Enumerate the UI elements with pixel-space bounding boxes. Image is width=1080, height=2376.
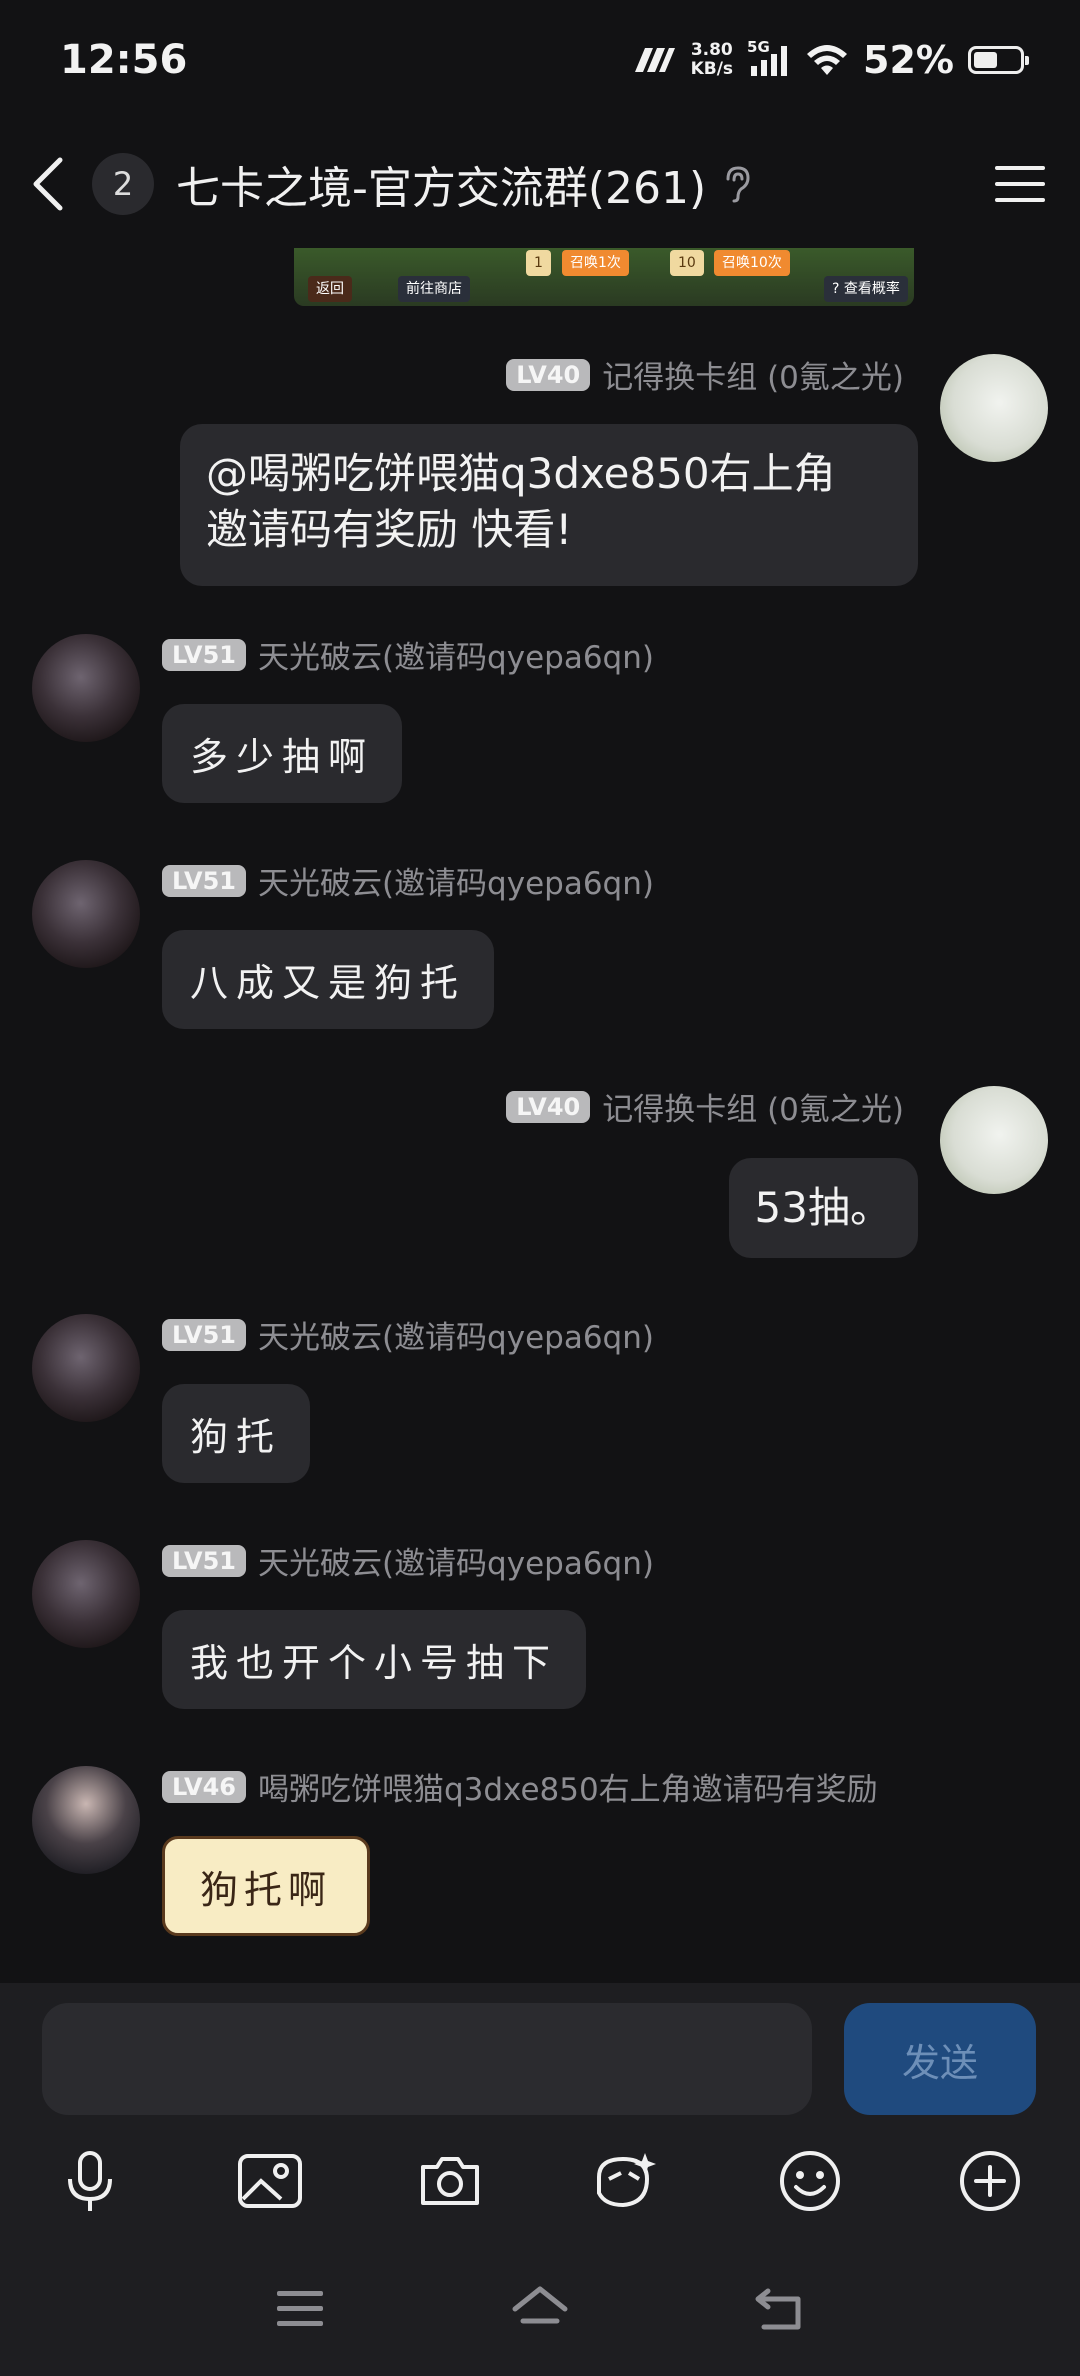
avatar[interactable] — [32, 860, 140, 968]
message-bubble[interactable]: 狗托 — [162, 1384, 311, 1483]
sender-name[interactable]: 喝粥吃饼喂猫q3dxe850右上角邀请码有奖励 — [258, 1764, 878, 1809]
message-bubble[interactable]: 多少抽啊 — [162, 704, 403, 803]
group-title[interactable]: 七卡之境-官方交流群(261) — [176, 152, 706, 216]
message-bubble[interactable]: 我也开个小号抽下 — [162, 1610, 587, 1709]
battery-icon — [968, 46, 1029, 74]
wifi-icon — [807, 45, 848, 75]
sender-name[interactable]: 记得换卡组 (0氪之光) — [602, 1084, 904, 1129]
message-bubble[interactable]: 53抽。 — [728, 1158, 918, 1258]
sender-meta: LV40 记得换卡组 (0氪之光) — [506, 1084, 904, 1129]
back-button[interactable] — [30, 149, 82, 219]
signal-icon: 5G — [747, 38, 791, 78]
system-nav-bar — [0, 2239, 1080, 2376]
avatar[interactable] — [32, 1540, 140, 1648]
sender-meta: LV51 天光破云(邀请码qyepa6qn) — [162, 1538, 654, 1583]
status-time: 12:56 — [60, 37, 188, 83]
avatar[interactable] — [940, 354, 1048, 462]
send-button[interactable]: 发送 — [844, 2003, 1036, 2115]
ear-mode-icon[interactable] — [722, 165, 752, 203]
back-arrow-icon — [755, 2288, 801, 2330]
status-icons: 3.80 KB/s 5G 52% — [633, 38, 1029, 82]
banner-draw-ten-label: 召唤10次 — [714, 250, 790, 276]
sender-name[interactable]: 天光破云(邀请码qyepa6qn) — [258, 1538, 654, 1583]
message-input[interactable] — [42, 2003, 812, 2115]
level-badge: LV51 — [162, 864, 246, 897]
image-icon[interactable] — [232, 2143, 308, 2219]
avatar[interactable] — [940, 1086, 1048, 1194]
menu-button[interactable] — [990, 154, 1050, 214]
banner-back-label: 返回 — [308, 276, 352, 302]
sender-meta: LV51 天光破云(邀请码qyepa6qn) — [162, 858, 654, 903]
battery-percent: 52% — [863, 38, 954, 82]
message-bubble[interactable]: @喝粥吃饼喂猫q3dxe850右上角 邀请码有奖励 快看! — [180, 424, 918, 586]
banner-rate-label: ? 查看概率 — [824, 276, 908, 302]
avatar[interactable] — [32, 1766, 140, 1874]
sender-name[interactable]: 记得换卡组 (0氪之光) — [602, 352, 904, 397]
emoji-icon[interactable] — [772, 2143, 848, 2219]
menu-lines-icon — [277, 2291, 323, 2326]
home-icon — [512, 2286, 568, 2324]
level-badge: LV51 — [162, 638, 246, 671]
game-screenshot-image[interactable]: 返回 前往商店 1 召唤1次 10 召唤10次 ? 查看概率 — [294, 248, 914, 306]
banner-draw-ten-count: 10 — [670, 250, 704, 276]
chat-header: 2 七卡之境-官方交流群(261) — [0, 120, 1080, 248]
status-bar: 12:56 3.80 KB/s 5G 52% — [0, 0, 1080, 120]
sender-name[interactable]: 天光破云(邀请码qyepa6qn) — [258, 858, 654, 903]
avatar[interactable] — [32, 634, 140, 742]
sticker-message[interactable]: 狗托啊 — [162, 1836, 370, 1936]
back-nav-button[interactable] — [750, 2281, 810, 2337]
sender-meta: LV46 喝粥吃饼喂猫q3dxe850右上角邀请码有奖励 — [162, 1764, 878, 1809]
input-toolbar — [0, 2123, 1080, 2239]
camera-icon[interactable] — [412, 2143, 488, 2219]
hamburger-icon — [995, 166, 1045, 202]
level-badge: LV51 — [162, 1544, 246, 1577]
home-button[interactable] — [510, 2281, 570, 2337]
banner-shop-label: 前往商店 — [398, 276, 470, 302]
level-badge: LV40 — [506, 1090, 591, 1123]
input-bar: 发送 — [0, 1983, 1080, 2123]
sender-name[interactable]: 天光破云(邀请码qyepa6qn) — [258, 1312, 654, 1357]
level-badge: LV40 — [506, 358, 591, 391]
sticker-ai-icon[interactable] — [588, 2143, 664, 2219]
sender-name[interactable]: 天光破云(邀请码qyepa6qn) — [258, 632, 654, 677]
banner-draw-once-label: 召唤1次 — [562, 250, 629, 276]
message-list[interactable]: 返回 前往商店 1 召唤1次 10 召唤10次 ? 查看概率 LV40 记得换卡… — [0, 248, 1080, 1983]
unread-count-badge[interactable]: 2 — [92, 153, 154, 215]
banner-draw-once-count: 1 — [526, 250, 551, 276]
chevron-left-icon — [33, 157, 63, 211]
message-bubble[interactable]: 八成又是狗托 — [162, 930, 495, 1029]
plus-icon[interactable] — [952, 2143, 1028, 2219]
brand-logo-icon — [634, 48, 675, 72]
recents-button[interactable] — [270, 2281, 330, 2337]
sender-meta: LV51 天光破云(邀请码qyepa6qn) — [162, 632, 654, 677]
level-badge: LV51 — [162, 1318, 246, 1351]
sender-meta: LV51 天光破云(邀请码qyepa6qn) — [162, 1312, 654, 1357]
sender-meta: LV40 记得换卡组 (0氪之光) — [506, 352, 904, 397]
avatar[interactable] — [32, 1314, 140, 1422]
level-badge: LV46 — [162, 1770, 246, 1803]
network-speed: 3.80 KB/s — [690, 40, 734, 79]
mic-icon[interactable] — [52, 2143, 128, 2219]
